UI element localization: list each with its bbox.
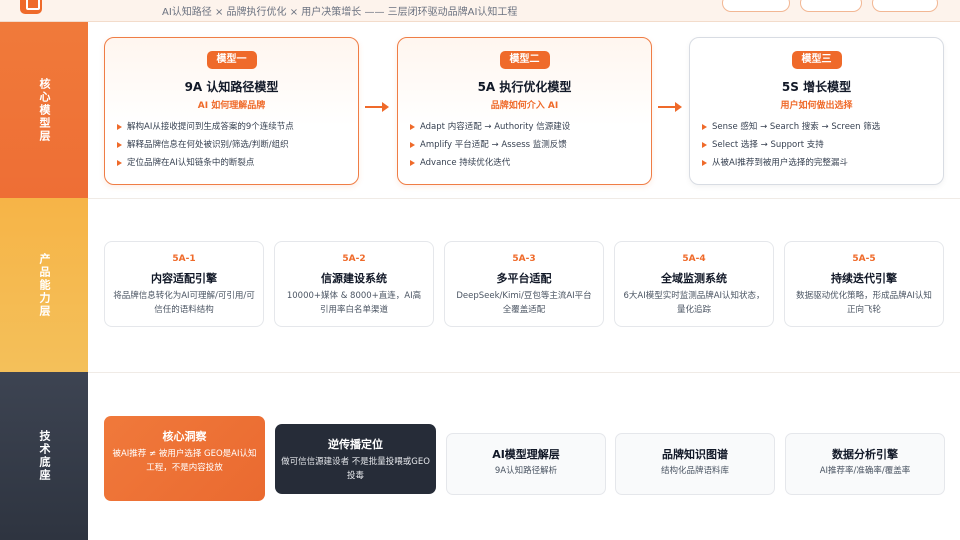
tech-name: 数据分析引擎 xyxy=(832,448,898,461)
capability-code: 5A-3 xyxy=(512,254,536,264)
capability-card-5a-4[interactable]: 5A-4 全域监测系统 6大AI模型实时监测品牌AI认知状态，量化追踪 xyxy=(614,241,774,327)
tech-card-reverse-positioning[interactable]: 逆传播定位 做可信信源建设者 不是批量投喂或GEO投毒 xyxy=(275,424,436,494)
header-button-2[interactable] xyxy=(800,0,862,12)
model-tag: 模型二 xyxy=(499,51,550,69)
capability-code: 5A-5 xyxy=(852,254,876,264)
bullet-item: Select 选择 → Support 支持 xyxy=(702,136,935,154)
bullet-item: Adapt 内容适配 → Authority 信源建设 xyxy=(410,118,643,136)
layer-band-product-capability: 产品能力层 xyxy=(0,198,88,372)
header-button-1[interactable] xyxy=(722,0,790,12)
capability-name: 多平台适配 xyxy=(496,272,552,285)
bullet-item: 解构AI从接收提问到生成答案的9个连续节点 xyxy=(117,118,350,136)
tech-desc: AI推荐率/准确率/覆盖率 xyxy=(819,466,911,476)
layer-band-tech-base: 技术底座 xyxy=(0,372,88,540)
capability-desc: 6大AI模型实时监测品牌AI认知状态，量化追踪 xyxy=(623,291,765,315)
tech-desc: 被AI推荐 ≠ 被用户选择 GEO是AI认知工程，不是内容投放 xyxy=(112,449,257,473)
capability-card-5a-3[interactable]: 5A-3 多平台适配 DeepSeek/Kimi/豆包等主流AI平台全覆盖适配 xyxy=(444,241,604,327)
tech-card-core-insight[interactable]: 核心洞察 被AI推荐 ≠ 被用户选择 GEO是AI认知工程，不是内容投放 xyxy=(104,416,265,501)
tech-card-ai-model-layer[interactable]: AI模型理解层 9A认知路径解析 xyxy=(446,433,606,495)
model-tag: 模型一 xyxy=(206,51,257,69)
tech-desc: 9A认知路径解析 xyxy=(494,466,558,476)
tech-desc: 做可信信源建设者 不是批量投喂或GEO投毒 xyxy=(281,457,430,481)
layer-band-core-model: 核心模型层 xyxy=(0,22,88,198)
bullet-item: Advance 持续优化迭代 xyxy=(410,154,643,172)
model-card-5a[interactable]: 模型二 5A 执行优化模型 品牌如何介入 AI Adapt 内容适配 → Aut… xyxy=(397,37,652,185)
header-subtitle: AI认知路径 × 品牌执行优化 × 用户决策增长 —— 三层闭环驱动品牌AI认知… xyxy=(162,7,518,18)
model-title: 5S 增长模型 xyxy=(781,80,852,94)
bullet-item: 从被AI推荐到被用户选择的完整漏斗 xyxy=(702,154,935,172)
bullet-item: 解释品牌信息在何处被识别/筛选/判断/组织 xyxy=(117,136,350,154)
tech-name: 品牌知识图谱 xyxy=(662,448,728,461)
bullet-item: 定位品牌在AI认知链条中的断裂点 xyxy=(117,154,350,172)
bullet-item: Sense 感知 → Search 搜索 → Screen 筛选 xyxy=(702,118,935,136)
capability-name: 持续迭代引擎 xyxy=(831,272,897,285)
model-tag: 模型三 xyxy=(791,51,842,69)
layer-label: 产品能力层 xyxy=(38,252,51,318)
capability-name: 信源建设系统 xyxy=(321,272,387,285)
model-bullets: Adapt 内容适配 → Authority 信源建设 Amplify 平台适配… xyxy=(410,118,643,172)
tech-name: 核心洞察 xyxy=(162,430,207,443)
arrow-right-icon xyxy=(658,102,682,112)
model-title: 9A 认知路径模型 xyxy=(184,80,279,94)
model-subtitle: 品牌如何介入 AI xyxy=(490,101,559,111)
model-subtitle: AI 如何理解品牌 xyxy=(197,101,266,111)
header-bar: AI认知路径 × 品牌执行优化 × 用户决策增长 —— 三层闭环驱动品牌AI认知… xyxy=(0,0,960,22)
header-button-3[interactable] xyxy=(872,0,938,12)
row-divider xyxy=(88,372,960,373)
capability-code: 5A-1 xyxy=(172,254,196,264)
capability-desc: 数据驱动优化策略，形成品牌AI认知正向飞轮 xyxy=(796,291,932,315)
capability-card-5a-2[interactable]: 5A-2 信源建设系统 10000+媒体 & 8000+直连，AI高引用率白名单… xyxy=(274,241,434,327)
row-divider xyxy=(88,198,960,199)
capability-card-5a-1[interactable]: 5A-1 内容适配引擎 将品牌信息转化为AI可理解/可引用/可信任的语料结构 xyxy=(104,241,264,327)
capability-code: 5A-4 xyxy=(682,254,706,264)
tech-desc: 结构化品牌语料库 xyxy=(660,466,729,476)
model-bullets: Sense 感知 → Search 搜索 → Screen 筛选 Select … xyxy=(702,118,935,172)
capability-desc: 将品牌信息转化为AI可理解/可引用/可信任的语料结构 xyxy=(113,291,255,315)
bullet-item: Amplify 平台适配 → Assess 监测反馈 xyxy=(410,136,643,154)
tech-card-data-engine[interactable]: 数据分析引擎 AI推荐率/准确率/覆盖率 xyxy=(785,433,945,495)
layer-label: 核心模型层 xyxy=(38,77,51,143)
model-card-9a[interactable]: 模型一 9A 认知路径模型 AI 如何理解品牌 解构AI从接收提问到生成答案的9… xyxy=(104,37,359,185)
capability-code: 5A-2 xyxy=(342,254,366,264)
capability-desc: DeepSeek/Kimi/豆包等主流AI平台全覆盖适配 xyxy=(456,291,592,315)
model-card-5s[interactable]: 模型三 5S 增长模型 用户如何做出选择 Sense 感知 → Search 搜… xyxy=(689,37,944,185)
arrow-right-icon xyxy=(365,102,389,112)
tech-name: 逆传播定位 xyxy=(328,438,383,451)
logo-icon xyxy=(20,0,42,14)
tech-card-knowledge-graph[interactable]: 品牌知识图谱 结构化品牌语料库 xyxy=(615,433,775,495)
model-subtitle: 用户如何做出选择 xyxy=(780,101,853,111)
capability-name: 全域监测系统 xyxy=(661,272,727,285)
model-bullets: 解构AI从接收提问到生成答案的9个连续节点 解释品牌信息在何处被识别/筛选/判断… xyxy=(117,118,350,172)
tech-name: AI模型理解层 xyxy=(492,448,560,461)
layer-label: 技术底座 xyxy=(38,430,51,482)
model-title: 5A 执行优化模型 xyxy=(477,80,572,94)
capability-name: 内容适配引擎 xyxy=(151,272,217,285)
capability-card-5a-5[interactable]: 5A-5 持续迭代引擎 数据驱动优化策略，形成品牌AI认知正向飞轮 xyxy=(784,241,944,327)
capability-desc: 10000+媒体 & 8000+直连，AI高引用率白名单渠道 xyxy=(286,291,422,315)
